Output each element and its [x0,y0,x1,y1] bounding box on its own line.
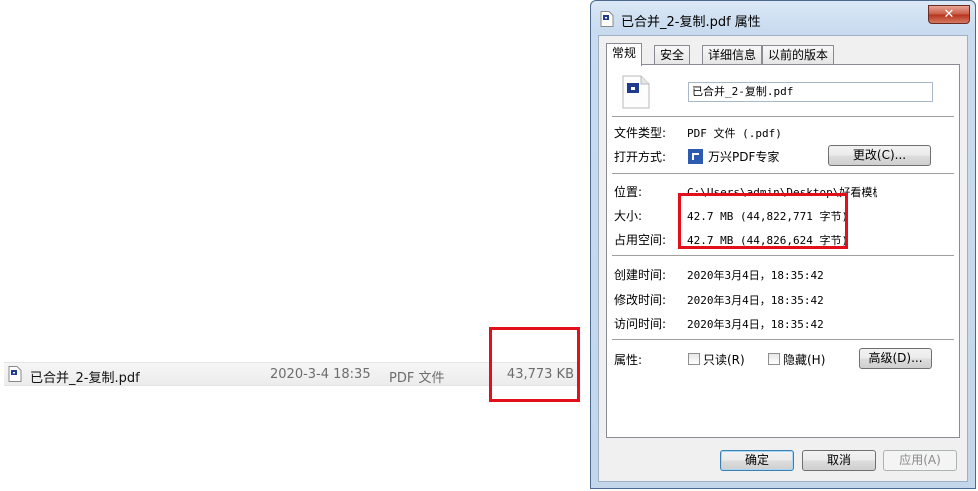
disk-size-label: 占用空间: [614,233,667,247]
size-values-highlight-box [678,193,848,249]
close-icon: ✕ [943,7,955,22]
accessed-label: 访问时间: [614,317,667,331]
apply-button[interactable]: 应用(A) [883,450,957,471]
created-value: 2020年3月4日，18:35:42 [687,269,824,282]
file-name: 已合并_2-复制.pdf [30,371,140,386]
advanced-button[interactable]: 高级(D)... [859,348,932,369]
hidden-label: 隐藏(H) [783,353,826,367]
pdf-file-icon [8,366,22,382]
divider [612,116,954,118]
divider [612,173,954,175]
file-date: 2020-3-4 18:35 [270,367,371,382]
created-label: 创建时间: [614,268,667,282]
hidden-checkbox[interactable] [768,353,780,365]
dialog-client: 常规 安全 详细信息 以前的版本 已合并_2-复制.pdf 文件类型: PDF … [598,35,968,482]
tab-general[interactable]: 常规 [606,43,643,66]
accessed-value: 2020年3月4日，18:35:42 [687,318,824,331]
size-highlight-box [489,327,580,402]
pdf-file-icon [600,11,614,27]
divider [612,255,954,257]
close-button[interactable]: ✕ [928,5,970,24]
open-with-label: 打开方式: [614,150,667,164]
tab-previous-versions[interactable]: 以前的版本 [762,45,835,65]
modified-label: 修改时间: [614,293,667,307]
size-label: 大小: [614,209,643,223]
tab-security[interactable]: 安全 [654,45,691,65]
location-label: 位置: [614,185,643,199]
file-type-value: PDF 文件 (.pdf) [687,127,782,140]
filename-field[interactable]: 已合并_2-复制.pdf [688,82,933,102]
attributes-label: 属性: [614,353,643,367]
readonly-checkbox[interactable] [688,353,700,365]
general-tab-panel: 已合并_2-复制.pdf 文件类型: PDF 文件 (.pdf) 打开方式: 万… [606,64,960,438]
wondershare-pdf-icon [688,149,703,167]
modified-value: 2020年3月4日，18:35:42 [687,294,824,307]
open-with-value: 万兴PDF专家 [708,150,780,164]
pdf-file-icon [621,75,651,112]
divider [612,339,954,341]
properties-dialog: 已合并_2-复制.pdf 属性 ✕ 常规 安全 详细信息 以前的版本 已合并_2… [590,0,976,489]
tab-details[interactable]: 详细信息 [702,45,763,65]
file-type: PDF 文件 [389,371,445,386]
readonly-label: 只读(R) [703,353,745,367]
change-button[interactable]: 更改(C)... [828,145,931,166]
dialog-titlebar[interactable]: 已合并_2-复制.pdf 属性 ✕ [591,1,975,35]
dialog-title: 已合并_2-复制.pdf 属性 [621,15,761,30]
cancel-button[interactable]: 取消 [802,450,876,471]
ok-button[interactable]: 确定 [720,450,794,471]
file-type-label: 文件类型: [614,126,667,140]
